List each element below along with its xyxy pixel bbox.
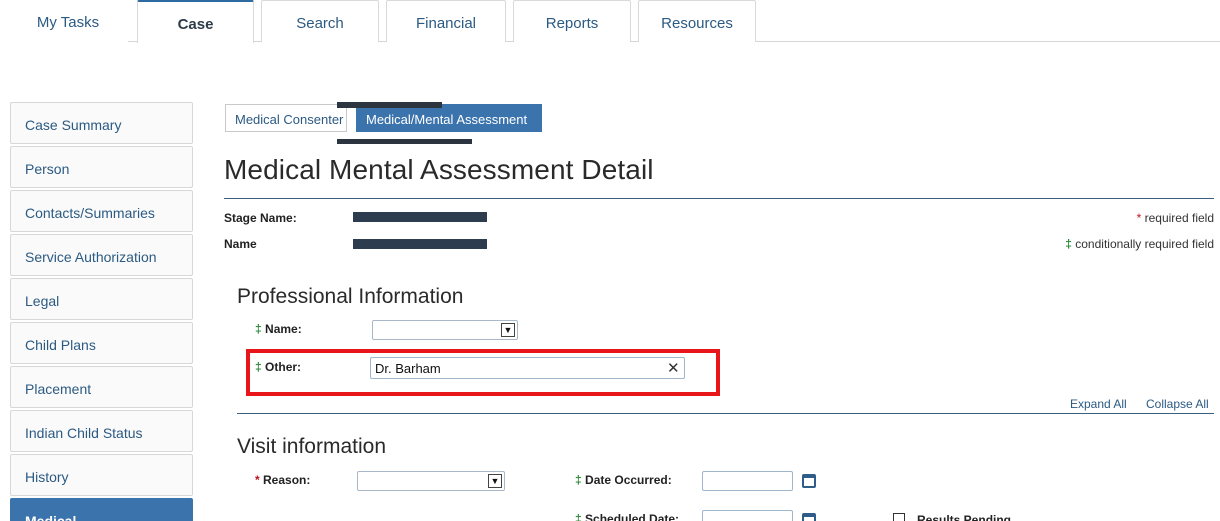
professional-name-select[interactable]: ▼ [372, 320, 518, 340]
reason-label: * Reason: [255, 473, 310, 487]
caret-down-icon: ▼ [501, 323, 515, 337]
redaction-bar [337, 102, 442, 108]
required-legend: * required field [1137, 211, 1214, 225]
visit-information-heading: Visit information [237, 435, 387, 458]
sidebar-item-history[interactable]: History [10, 454, 193, 496]
section-divider [237, 413, 1214, 414]
field-label-text: Date Occurred: [585, 473, 672, 487]
date-occurred-label: ‡ Date Occurred: [575, 473, 672, 487]
professional-information-heading: Professional Information [237, 285, 464, 308]
sidebar-item-medical[interactable]: Medical [10, 498, 193, 521]
page-title: Medical Mental Assessment Detail [224, 154, 654, 185]
conditional-legend: ‡ conditionally required field [1065, 237, 1214, 251]
tab-label: Case [177, 16, 214, 33]
stage-name-value-redacted [353, 212, 487, 222]
required-star-icon: * [255, 473, 260, 487]
tab-medical-mental-assessment[interactable]: Medical/Mental Assessment [356, 104, 542, 132]
tab-label: Resources [661, 15, 733, 32]
conditional-legend-text: conditionally required field [1075, 237, 1214, 251]
sidebar-item-child-plans[interactable]: Child Plans [10, 322, 193, 364]
calendar-icon[interactable] [802, 513, 816, 521]
reason-select[interactable]: ▼ [357, 471, 505, 491]
sidebar-item-person[interactable]: Person [10, 146, 193, 188]
tab-label: Financial [415, 15, 477, 32]
redaction-bar [337, 139, 472, 144]
required-star-icon: * [1136, 211, 1142, 225]
tab-reports[interactable]: Reports [513, 0, 631, 42]
required-legend-text: required field [1144, 211, 1214, 225]
collapse-all-link[interactable]: Collapse All [1146, 397, 1209, 411]
conditional-dagger-icon: ‡ [1065, 237, 1072, 251]
highlight-annotation-box [246, 349, 720, 396]
scheduled-date-label: ‡ Scheduled Date: [575, 512, 679, 521]
tab-label: My Tasks [36, 14, 100, 31]
name-label: Name [224, 237, 257, 251]
sidebar-item-placement[interactable]: Placement [10, 366, 193, 408]
field-label-text: Name: [265, 322, 302, 336]
tab-resources[interactable]: Resources [638, 0, 756, 42]
professional-name-label: ‡ Name: [255, 322, 302, 336]
results-pending-checkbox[interactable] [893, 513, 905, 521]
title-divider [224, 198, 1214, 199]
tab-case[interactable]: Case [137, 0, 254, 43]
sidebar-item-service-authorization[interactable]: Service Authorization [10, 234, 193, 276]
sidebar-item-contacts-summaries[interactable]: Contacts/Summaries [10, 190, 193, 232]
caret-down-icon: ▼ [488, 474, 502, 488]
sidebar-item-case-summary[interactable]: Case Summary [10, 102, 193, 144]
tab-label: Reports [545, 15, 599, 32]
sidebar-item-indian-child-status[interactable]: Indian Child Status [10, 410, 193, 452]
tab-label: Search [296, 15, 344, 32]
scheduled-date-input[interactable] [702, 510, 793, 521]
sidebar-item-legal[interactable]: Legal [10, 278, 193, 320]
conditional-dagger-icon: ‡ [575, 473, 582, 487]
expand-all-link[interactable]: Expand All [1070, 397, 1127, 411]
name-value-redacted [353, 239, 487, 249]
results-pending-label: Results Pending [917, 513, 1012, 521]
conditional-dagger-icon: ‡ [575, 512, 582, 521]
stage-name-label: Stage Name: [224, 211, 297, 225]
top-navigation: My Tasks Case Search Financial Reports R… [8, 0, 1220, 43]
tab-search[interactable]: Search [261, 0, 379, 42]
tab-medical-consenter[interactable]: Medical Consenter [225, 104, 347, 132]
conditional-dagger-icon: ‡ [255, 322, 262, 336]
field-label-text: Reason: [263, 473, 311, 487]
calendar-icon[interactable] [802, 474, 816, 488]
date-occurred-input[interactable] [702, 471, 793, 491]
field-label-text: Scheduled Date: [585, 512, 680, 521]
tab-financial[interactable]: Financial [386, 0, 506, 42]
tab-my-tasks[interactable]: My Tasks [8, 0, 128, 42]
